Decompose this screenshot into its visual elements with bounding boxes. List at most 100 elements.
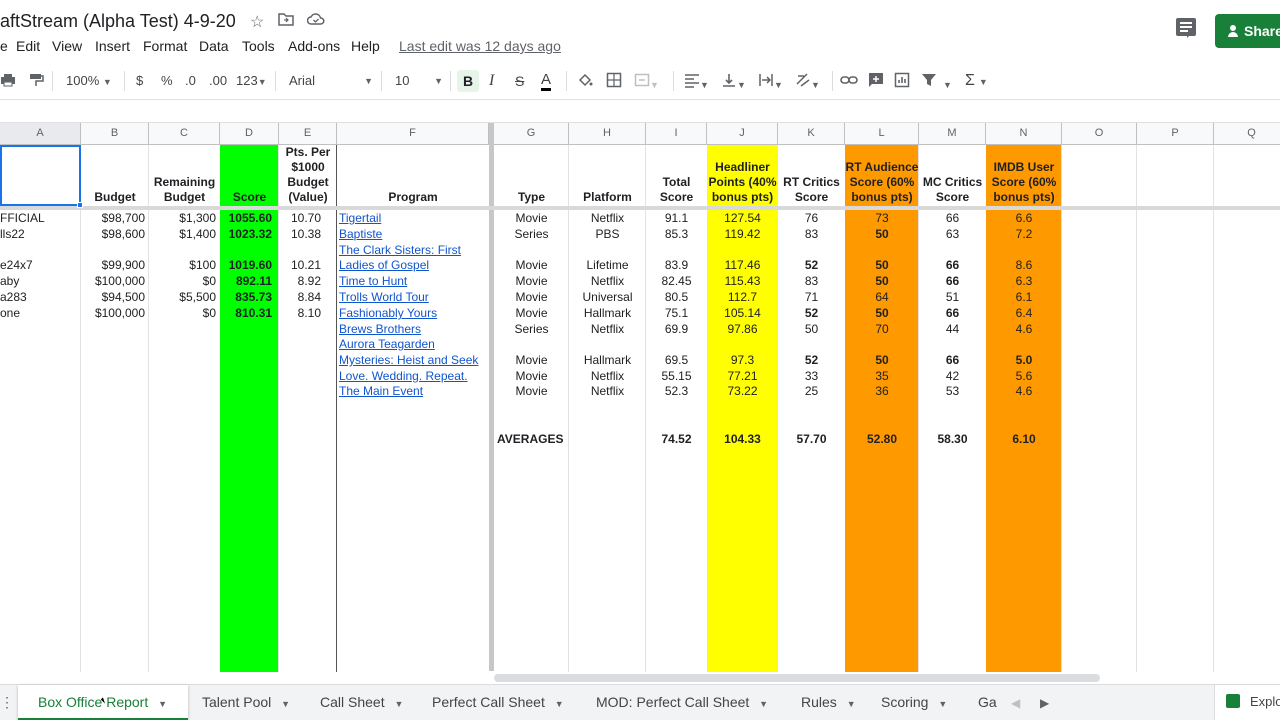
type-cell[interactable]: Movie <box>494 289 569 305</box>
header-platform[interactable]: Platform <box>569 145 646 206</box>
mc-critics-cell[interactable]: 66 <box>919 305 986 321</box>
score-cell[interactable]: 835.73 <box>220 289 272 305</box>
font-size-select[interactable]: 10 ▼ <box>395 72 445 90</box>
insert-chart-icon[interactable] <box>894 72 910 90</box>
player-name-cell[interactable]: one <box>0 305 78 321</box>
headliner-cell[interactable]: 97.3 <box>707 352 778 368</box>
platform-cell[interactable]: Netflix <box>569 383 646 399</box>
column-header-b[interactable]: B <box>81 123 149 145</box>
menu-format[interactable]: Format <box>143 38 187 54</box>
insert-comment-icon[interactable] <box>868 72 884 90</box>
type-cell[interactable]: Movie <box>494 305 569 321</box>
mc-critics-cell[interactable]: 66 <box>919 273 986 289</box>
remaining-budget-cell[interactable]: $1,300 <box>149 210 216 226</box>
insert-link-icon[interactable] <box>840 72 858 90</box>
rt-audience-cell[interactable]: 50 <box>845 305 919 321</box>
mc-critics-cell[interactable]: 66 <box>919 257 986 273</box>
scroll-tabs-right-icon[interactable]: ▶ <box>1040 696 1049 710</box>
column-header-i[interactable]: I <box>646 123 707 145</box>
imdb-cell[interactable]: 6.1 <box>986 289 1062 305</box>
total-score-cell[interactable]: 75.1 <box>646 305 707 321</box>
program-link[interactable]: Baptiste <box>339 226 382 242</box>
imdb-cell[interactable]: 5.6 <box>986 368 1062 384</box>
header-rt-audience[interactable]: RT Audience Score (60% bonus pts) <box>845 145 919 206</box>
fill-color-icon[interactable] <box>577 72 593 90</box>
headliner-cell[interactable]: 105.14 <box>707 305 778 321</box>
borders-icon[interactable] <box>606 72 622 90</box>
program-link[interactable]: Love. Wedding. Repeat. <box>339 368 468 384</box>
print-icon[interactable] <box>0 72 16 90</box>
budget-cell[interactable]: $94,500 <box>81 289 145 305</box>
mc-critics-cell[interactable]: 66 <box>919 352 986 368</box>
total-score-cell[interactable]: 55.15 <box>646 368 707 384</box>
tab-mod-perfect-call-sheet[interactable]: MOD: Perfect Call Sheet ▼ <box>596 685 768 720</box>
column-header-a[interactable]: A <box>0 123 81 145</box>
rt-audience-cell[interactable]: 64 <box>845 289 919 305</box>
value-cell[interactable]: 10.38 <box>279 226 321 242</box>
header-imdb[interactable]: IMDB User Score (60% bonus pts) <box>986 145 1062 206</box>
tab-rules[interactable]: Rules ▼ <box>801 685 856 720</box>
column-header-p[interactable]: P <box>1137 123 1214 145</box>
menu-addons[interactable]: Add-ons <box>288 38 340 54</box>
mc-critics-cell[interactable]: 53 <box>919 383 986 399</box>
value-cell[interactable]: 8.92 <box>279 273 321 289</box>
platform-cell[interactable]: Lifetime <box>569 257 646 273</box>
last-edit-link[interactable]: Last edit was 12 days ago <box>399 38 561 54</box>
rt-critics-cell[interactable]: 83 <box>778 273 845 289</box>
menu-view[interactable]: View <box>52 38 82 54</box>
menu-help[interactable]: Help <box>351 38 380 54</box>
value-cell[interactable]: 8.84 <box>279 289 321 305</box>
headliner-cell[interactable]: 115.43 <box>707 273 778 289</box>
column-header-d[interactable]: D <box>220 123 279 145</box>
column-header-c[interactable]: C <box>149 123 220 145</box>
player-name-cell[interactable]: a283 <box>0 289 78 305</box>
budget-cell[interactable]: $98,700 <box>81 210 145 226</box>
score-cell[interactable]: 1023.32 <box>220 226 272 242</box>
total-score-cell[interactable]: 91.1 <box>646 210 707 226</box>
headliner-cell[interactable]: 127.54 <box>707 210 778 226</box>
vertical-align-icon[interactable]: ▼ <box>721 72 746 90</box>
column-header-o[interactable]: O <box>1062 123 1137 145</box>
imdb-cell[interactable]: 4.6 <box>986 383 1062 399</box>
total-score-cell[interactable]: 69.5 <box>646 352 707 368</box>
filter-icon[interactable]: ▼ <box>921 72 952 90</box>
column-header-q[interactable]: Q <box>1214 123 1280 145</box>
header-pts-per-1000[interactable]: Pts. Per $1000 Budget (Value) <box>279 145 337 206</box>
tab-scoring[interactable]: Scoring ▼ <box>881 685 947 720</box>
rt-critics-cell[interactable]: 52 <box>778 305 845 321</box>
menu-edit[interactable]: Edit <box>16 38 40 54</box>
header-budget[interactable]: Budget <box>81 145 149 206</box>
platform-cell[interactable]: Hallmark <box>569 305 646 321</box>
menu-data[interactable]: Data <box>199 38 229 54</box>
headliner-cell[interactable]: 73.22 <box>707 383 778 399</box>
paint-format-icon[interactable] <box>28 72 44 90</box>
type-cell[interactable]: Movie <box>494 210 569 226</box>
column-header-e[interactable]: E <box>279 123 337 145</box>
imdb-cell[interactable]: 6.6 <box>986 210 1062 226</box>
program-link-line2[interactable]: Ladies of Gospel <box>339 257 429 273</box>
platform-cell[interactable]: PBS <box>569 226 646 242</box>
avg-mc-critics[interactable]: 58.30 <box>919 431 986 447</box>
program-link[interactable]: The Main Event <box>339 383 423 399</box>
avg-headliner[interactable]: 104.33 <box>707 431 778 447</box>
remaining-budget-cell[interactable]: $0 <box>149 305 216 321</box>
platform-cell[interactable]: Netflix <box>569 321 646 337</box>
rt-critics-cell[interactable]: 71 <box>778 289 845 305</box>
program-link[interactable]: Aurora Teagarden <box>339 336 435 352</box>
budget-cell[interactable]: $100,000 <box>81 273 145 289</box>
rt-audience-cell[interactable]: 50 <box>845 226 919 242</box>
mc-critics-cell[interactable]: 66 <box>919 210 986 226</box>
mc-critics-cell[interactable]: 51 <box>919 289 986 305</box>
rt-critics-cell[interactable]: 50 <box>778 321 845 337</box>
avg-rt-critics[interactable]: 57.70 <box>778 431 845 447</box>
budget-cell[interactable]: $99,900 <box>81 257 145 273</box>
zoom-select[interactable]: 100% ▼ <box>66 72 112 90</box>
platform-cell[interactable]: Netflix <box>569 368 646 384</box>
rt-audience-cell[interactable]: 35 <box>845 368 919 384</box>
horizontal-align-icon[interactable]: ▼ <box>684 72 709 90</box>
rt-audience-cell[interactable]: 50 <box>845 273 919 289</box>
all-sheets-icon[interactable]: ⋮ <box>0 694 14 711</box>
headliner-cell[interactable]: 119.42 <box>707 226 778 242</box>
player-name-cell[interactable]: FFICIAL <box>0 210 78 226</box>
currency-format-button[interactable]: $ <box>136 72 143 90</box>
